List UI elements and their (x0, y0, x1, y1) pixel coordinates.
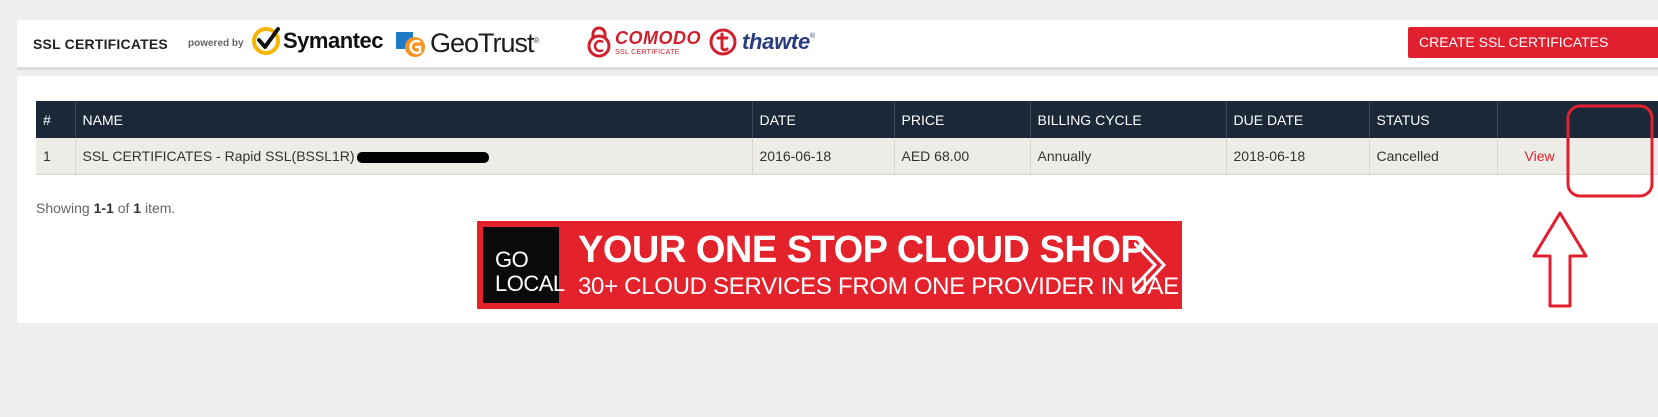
cell-status: Cancelled (1369, 138, 1498, 175)
column-header-price[interactable]: PRICE (894, 101, 1031, 138)
certificates-table: # NAME DATE PRICE BILLING CYCLE DUE DATE… (36, 101, 1658, 175)
create-ssl-certificates-button[interactable]: CREATE SSL CERTIFICATES (1408, 27, 1658, 58)
cell-index: 1 (36, 138, 76, 175)
redacted-domain (356, 151, 489, 163)
summary-suffix: item. (141, 200, 176, 216)
thawte-brand: thawte (742, 29, 810, 54)
comodo-brand: COMODO (615, 27, 701, 48)
cell-due-date: 2018-06-18 (1226, 138, 1370, 175)
table-header-row: # NAME DATE PRICE BILLING CYCLE DUE DATE… (36, 101, 1658, 138)
cell-billing-cycle: Annually (1030, 138, 1227, 175)
column-header-name[interactable]: NAME (75, 101, 753, 138)
go-text: GO (495, 247, 529, 272)
thawte-logo: thawte ® (708, 27, 815, 57)
view-link[interactable]: View (1525, 148, 1555, 164)
main-content: # NAME DATE PRICE BILLING CYCLE DUE DATE… (17, 76, 1658, 323)
checkmark-icon (252, 27, 280, 55)
cloud-shop-banner[interactable]: GO LOCAL YOUR ONE STOP CLOUD SHOP 30+ CL… (477, 221, 1182, 309)
geotrust-registered-mark: ® (533, 36, 540, 45)
column-header-date[interactable]: DATE (752, 101, 895, 138)
thawte-registered-mark: ® (809, 33, 816, 40)
column-header-index[interactable]: # (36, 101, 76, 138)
symantec-logo: Symantec (251, 26, 383, 56)
certificate-name: SSL CERTIFICATES - Rapid SSL(BSSL1R) (82, 148, 355, 164)
summary-total: 1 (133, 200, 142, 216)
banner-subline: 30+ CLOUD SERVICES FROM ONE PROVIDER IN … (578, 273, 1179, 300)
powered-by-label: powered by (188, 38, 244, 49)
local-text: LOCAL (495, 271, 565, 296)
summary-range: 1-1 (93, 200, 114, 216)
table-row: 1 SSL CERTIFICATES - Rapid SSL(BSSL1R) 2… (36, 138, 1658, 175)
geotrust-mark-icon (396, 31, 425, 57)
comodo-logo: COMODO SSL CERTIFICATE (586, 26, 701, 58)
thawte-mark-icon (709, 28, 737, 56)
banner-headline: YOUR ONE STOP CLOUD SHOP (578, 229, 1146, 271)
cell-actions: View (1497, 138, 1658, 175)
column-header-actions (1497, 101, 1658, 138)
comodo-lock-icon (587, 26, 611, 58)
page-title: SSL CERTIFICATES (33, 36, 168, 52)
pagination-summary: Showing 1-1 of 1 item. (36, 200, 175, 216)
page-header: SSL CERTIFICATES powered by Symantec Geo… (17, 20, 1658, 70)
go-local-logo: GO LOCAL (483, 227, 565, 303)
column-header-status[interactable]: STATUS (1369, 101, 1498, 138)
cell-price: AED 68.00 (894, 138, 1031, 175)
cell-name: SSL CERTIFICATES - Rapid SSL(BSSL1R) (75, 138, 753, 175)
column-header-due-date[interactable]: DUE DATE (1226, 101, 1370, 138)
geotrust-logo: GeoTrust ® (396, 28, 539, 59)
geotrust-brand: GeoTrust (430, 28, 535, 58)
symantec-brand: Symantec (283, 28, 383, 53)
summary-prefix: Showing (36, 200, 94, 216)
comodo-subtitle: SSL CERTIFICATE (615, 48, 680, 56)
cell-date: 2016-06-18 (752, 138, 895, 175)
column-header-billing-cycle[interactable]: BILLING CYCLE (1030, 101, 1227, 138)
summary-of: of (113, 200, 134, 216)
chevron-right-icon (1134, 235, 1167, 295)
